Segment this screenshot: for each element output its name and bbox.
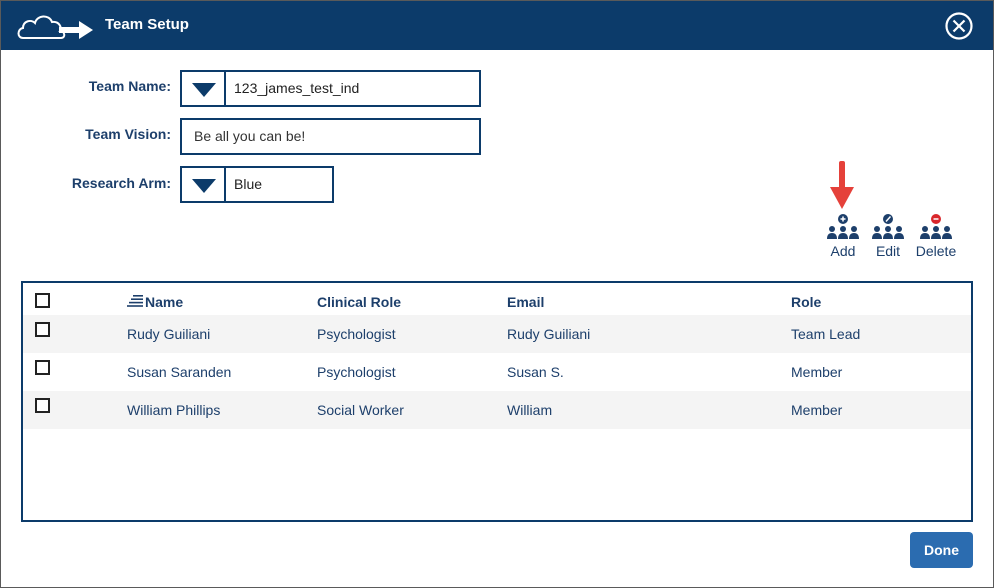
cloud-arrow-icon [17, 15, 93, 39]
table-row[interactable]: Rudy Guiliani Psychologist Rudy Guiliani… [23, 315, 971, 353]
research-arm-dropdown[interactable]: Blue [180, 166, 334, 203]
research-arm-label: Research Arm: [71, 175, 171, 191]
research-arm-caret[interactable] [182, 168, 226, 201]
cell-clinical-role: Social Worker [317, 402, 404, 418]
team-name-caret[interactable] [182, 72, 226, 105]
row-checkbox[interactable] [35, 360, 50, 375]
cell-email: Susan S. [507, 364, 564, 380]
done-button[interactable]: Done [910, 532, 973, 568]
team-name-value: 123_james_test_ind [234, 80, 360, 96]
cell-email: William [507, 402, 553, 418]
row-checkbox[interactable] [35, 322, 50, 337]
cell-role: Member [791, 402, 843, 418]
cell-name: Susan Saranden [127, 364, 232, 380]
cell-name: Rudy Guiliani [127, 326, 211, 342]
group-edit-icon [872, 214, 904, 239]
dialog-title: Team Setup [105, 16, 189, 33]
close-icon[interactable] [944, 11, 974, 41]
sort-lines-icon[interactable] [127, 295, 143, 307]
team-setup-dialog: Team Setup Team Name: 123_james_test_ind… [0, 0, 994, 588]
delete-label: Delete [915, 243, 957, 259]
cell-role: Member [791, 364, 843, 380]
group-add-icon [827, 214, 859, 239]
red-arrow-down-icon [830, 161, 854, 209]
team-name-label: Team Name: [88, 78, 171, 94]
chevron-down-icon [192, 179, 216, 193]
cell-email: Rudy Guiliani [507, 326, 591, 342]
team-name-dropdown[interactable]: 123_james_test_ind [180, 70, 481, 107]
cell-clinical-role: Psychologist [317, 364, 396, 380]
title-bar: Team Setup [1, 1, 993, 50]
table-row[interactable]: Susan Saranden Psychologist Susan S. Mem… [23, 353, 971, 391]
edit-label: Edit [875, 243, 901, 259]
group-delete-icon [920, 214, 952, 239]
cell-role: Team Lead [791, 326, 861, 342]
table-row[interactable]: William Phillips Social Worker William M… [23, 391, 971, 429]
edit-member-button[interactable]: Edit [866, 213, 910, 259]
cell-name: William Phillips [127, 402, 221, 418]
chevron-down-icon [192, 83, 216, 97]
add-member-button[interactable]: Add [821, 213, 865, 259]
research-arm-value: Blue [234, 176, 263, 192]
delete-member-button[interactable]: Delete [914, 213, 958, 259]
members-table: Name Clinical Role Email Role Rudy Guili… [21, 281, 973, 522]
add-label: Add [830, 243, 856, 259]
team-vision-label: Team Vision: [85, 126, 171, 142]
team-vision-input[interactable]: Be all you can be! [180, 118, 481, 155]
select-all-checkbox[interactable] [35, 293, 50, 308]
cell-clinical-role: Psychologist [317, 326, 396, 342]
row-checkbox[interactable] [35, 398, 50, 413]
